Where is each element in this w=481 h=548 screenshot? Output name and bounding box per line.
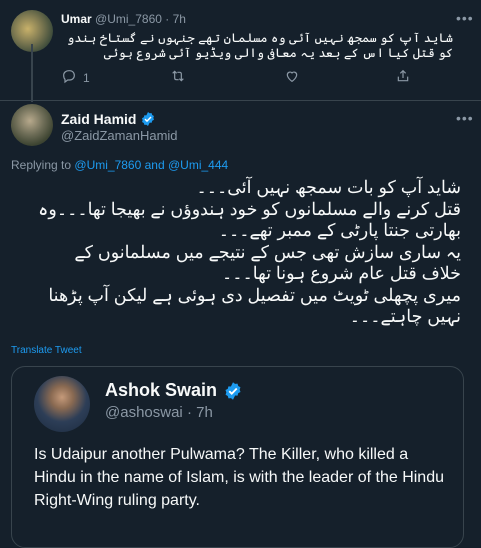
author-name-row: Zaid Hamid: [61, 111, 156, 127]
share-button[interactable]: [395, 68, 411, 87]
replying-and: and: [144, 158, 165, 172]
author-handle[interactable]: @Umi_7860: [95, 12, 162, 26]
tweet-text-line: یہ ساری سازش تھی جس کے نتیجے میں مسلمانو…: [74, 241, 461, 262]
tweet-text-line: شاید آپ کو بات سمجھ نہیں آئی۔۔۔: [196, 177, 461, 197]
like-icon: [284, 68, 300, 87]
tweet-text-line: خلاف قتل عام شروع ہونا تھا۔۔۔: [222, 263, 461, 283]
tweet-text-line: بھارتی جنتا پارٹی کے ممبر تھے۔۔۔: [218, 220, 461, 240]
author-name[interactable]: Zaid Hamid: [61, 111, 136, 127]
avatar[interactable]: [34, 376, 90, 432]
replying-prefix: Replying to: [11, 158, 72, 172]
quoted-author-name-row: Ashok Swain: [105, 380, 243, 401]
share-icon: [395, 68, 411, 87]
retweet-button[interactable]: [170, 68, 186, 87]
separator: ·: [165, 12, 170, 26]
author-handle[interactable]: @ZaidZamanHamid: [61, 128, 178, 143]
more-icon[interactable]: •••: [456, 10, 474, 26]
replying-user-link[interactable]: @Umi_444: [168, 158, 228, 172]
verified-badge-icon: [140, 111, 156, 127]
replying-user-link[interactable]: @Umi_7860: [74, 158, 141, 172]
tweet-text-line: نہیں چاہتے۔۔۔: [349, 306, 461, 326]
replying-to: Replying to @Umi_7860 and @Umi_444: [11, 158, 228, 172]
quoted-author-handle-row: @ashoswai · 7h: [105, 404, 213, 421]
tweet-text-line: قتل کرنے والے مسلمانوں کو خود ہندوؤں نے …: [38, 198, 461, 219]
quoted-author-name[interactable]: Ashok Swain: [105, 380, 217, 401]
tweet-text: شاید آپ کو سمجھ نہیں آئی وہ مسلمان تھے ج…: [67, 31, 453, 60]
tweet-text: شاید آپ کو بات سمجھ نہیں آئی۔۔۔ قتل کرنے…: [11, 177, 461, 328]
thread-line: [31, 44, 33, 102]
quoted-tweet-text: Is Udaipur another Pulwama? The Killer, …: [34, 446, 444, 509]
author-name[interactable]: Umar: [61, 12, 92, 26]
timestamp[interactable]: 7h: [196, 404, 213, 421]
quoted-author-handle[interactable]: @ashoswai: [105, 404, 183, 421]
like-button[interactable]: [284, 68, 300, 87]
timestamp[interactable]: 7h: [173, 12, 186, 26]
tweet-header: Umar @Umi_7860 · 7h: [61, 12, 186, 26]
translate-tweet-link[interactable]: Translate Tweet: [11, 345, 82, 356]
more-icon[interactable]: •••: [456, 110, 474, 126]
separator: ·: [186, 404, 192, 421]
retweet-icon: [170, 68, 186, 87]
reply-icon: [61, 68, 77, 87]
verified-badge-icon: [223, 381, 243, 401]
reply-button[interactable]: 1: [61, 68, 90, 87]
reply-tweet[interactable]: Umar @Umi_7860 · 7h ••• شاید آپ کو سمجھ …: [0, 0, 481, 101]
avatar[interactable]: [11, 104, 53, 146]
tweet-text-line: میری پچھلی ٹویٹ میں تفصیل دی ہوئی ہے لیک…: [48, 284, 461, 305]
reply-count: 1: [83, 70, 90, 85]
